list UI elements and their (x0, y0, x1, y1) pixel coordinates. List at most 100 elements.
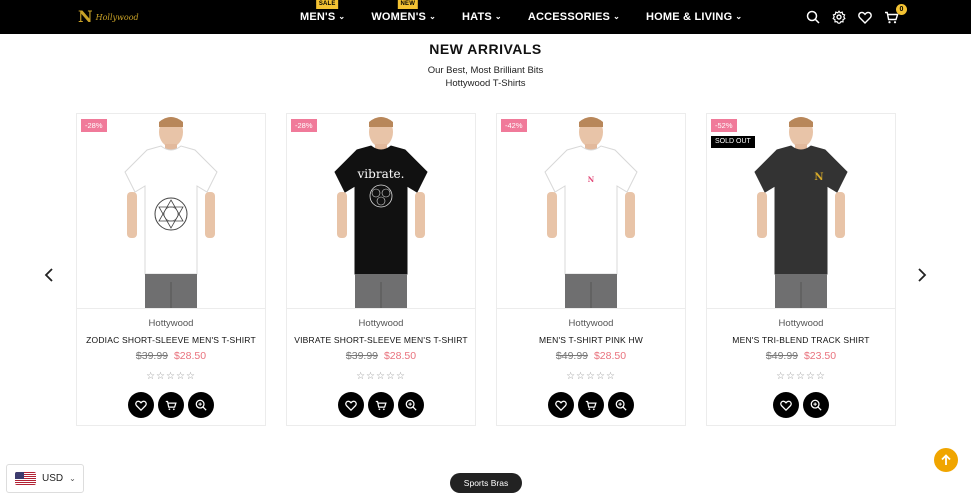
product-brand[interactable]: Hottywood (497, 318, 685, 329)
wishlist-button[interactable] (548, 392, 574, 418)
currency-code: USD (42, 473, 64, 484)
original-price: $39.99 (135, 350, 169, 362)
nav-item-label: HOME & LIVING (646, 11, 733, 23)
add-to-cart-button[interactable] (158, 392, 184, 418)
chevron-down-icon: ⌄ (735, 11, 743, 21)
star-rating: ☆☆☆☆☆ (776, 371, 826, 382)
nav-item-hats[interactable]: HATS ⌄ (462, 0, 502, 34)
section-subtitle-line: Our Best, Most Brilliant Bits (427, 65, 544, 76)
sale-price: $28.50 (383, 350, 417, 362)
chevron-down-icon: ⌄ (429, 11, 436, 21)
discount-badge: -28% (81, 119, 107, 132)
heart-icon (780, 400, 792, 411)
product-image[interactable]: N -52% SOLD OUT (707, 114, 895, 309)
us-flag-icon (15, 472, 36, 485)
gear-icon[interactable] (832, 10, 846, 24)
site-logo[interactable]: N Hollywood (78, 8, 139, 26)
chevron-down-icon: ⌄ (613, 11, 620, 21)
zoom-in-icon (195, 399, 207, 411)
discount-badge: -28% (291, 119, 317, 132)
sale-price: $28.50 (593, 350, 627, 362)
product-price: $39.99 $28.50 (77, 350, 265, 362)
quick-view-button[interactable] (398, 392, 424, 418)
nav-item-label: HATS (461, 11, 492, 23)
product-actions (497, 392, 685, 418)
star-rating: ☆☆☆☆☆ (146, 371, 196, 382)
star-rating: ☆☆☆☆☆ (356, 371, 406, 382)
original-price: $39.99 (345, 350, 379, 362)
chevron-down-icon: ⌄ (494, 11, 502, 21)
section-title: NEW ARRIVALS (429, 41, 542, 57)
nav-item-mens[interactable]: SALE MEN'S ⌄ (300, 0, 345, 34)
product-image[interactable]: -28% (77, 114, 265, 309)
search-icon[interactable] (806, 10, 820, 24)
quick-view-button[interactable] (608, 392, 634, 418)
currency-selector[interactable]: USD ⌄ (6, 464, 84, 493)
product-price: $49.99 $28.50 (497, 350, 685, 362)
wishlist-button[interactable] (338, 392, 364, 418)
new-badge: NEW (397, 0, 419, 9)
logo-mark-icon: N (78, 7, 93, 26)
product-actions (77, 392, 265, 418)
nav-item-label: WOMEN'S (371, 11, 427, 23)
product-price: $49.99 $23.50 (707, 350, 895, 362)
logo-wordmark: Hollywood (95, 12, 139, 22)
section-subtitle: Our Best, Most Brilliant Bits Hottywood … (0, 64, 971, 90)
scroll-to-top-button[interactable] (934, 448, 958, 472)
heart-icon (345, 400, 357, 411)
product-card[interactable]: vibrate. -28% Hottywood VIBRATE SHORT-SL… (286, 113, 476, 426)
wishlist-button[interactable] (128, 392, 154, 418)
top-navigation-bar: N Hollywood SALE MEN'S ⌄ NEW WOMEN'S ⌄ H… (0, 0, 971, 34)
section-subtitle-line: Hottywood T-Shirts (445, 78, 526, 89)
zoom-in-icon (810, 399, 822, 411)
product-actions (707, 392, 895, 418)
product-name[interactable]: MEN'S T-SHIRT PINK HW (497, 335, 685, 345)
add-to-cart-button[interactable] (578, 392, 604, 418)
nav-item-accessories[interactable]: ACCESSORIES ⌄ (528, 0, 620, 34)
product-name[interactable]: ZODIAC SHORT-SLEEVE MEN'S T-SHIRT (77, 335, 265, 345)
original-price: $49.99 (555, 350, 589, 362)
nav-item-home-living[interactable]: HOME & LIVING ⌄ (646, 0, 742, 34)
print-text: vibrate. (357, 167, 405, 181)
product-brand[interactable]: Hottywood (77, 318, 265, 329)
sale-price: $23.50 (803, 350, 837, 362)
chevron-down-icon: ⌄ (69, 474, 76, 483)
nav-item-label: ACCESSORIES (527, 11, 611, 23)
product-brand[interactable]: Hottywood (707, 318, 895, 329)
wishlist-button[interactable] (773, 392, 799, 418)
print-text: N (814, 172, 823, 183)
sale-price: $28.50 (173, 350, 207, 362)
cart-icon (585, 400, 597, 410)
zoom-in-icon (615, 399, 627, 411)
original-price: $49.99 (765, 350, 799, 362)
arrow-up-icon (941, 454, 951, 465)
star-rating: ☆☆☆☆☆ (566, 371, 616, 382)
chevron-down-icon: ⌄ (338, 11, 346, 21)
product-image[interactable]: N -42% (497, 114, 685, 309)
product-card[interactable]: N -42% Hottywood MEN'S T-SHIRT PINK HW $… (496, 113, 686, 426)
zoom-in-icon (405, 399, 417, 411)
product-brand[interactable]: Hottywood (287, 318, 475, 329)
sale-badge: SALE (315, 0, 339, 9)
cart-icon (375, 400, 387, 410)
add-to-cart-button[interactable] (368, 392, 394, 418)
carousel-next-arrow-icon[interactable] (917, 267, 927, 288)
product-name[interactable]: MEN'S TRI-BLEND TRACK SHIRT (707, 335, 895, 345)
carousel-prev-arrow-icon[interactable] (44, 267, 54, 288)
heart-icon (555, 400, 567, 411)
product-card[interactable]: -28% Hottywood ZODIAC SHORT-SLEEVE MEN'S… (76, 113, 266, 426)
product-card[interactable]: N -52% SOLD OUT Hottywood MEN'S TRI-BLEN… (706, 113, 896, 426)
sports-bras-pill-button[interactable]: Sports Bras (450, 473, 522, 493)
cart-count-badge: 0 (896, 3, 907, 15)
discount-badge: -52% (711, 119, 737, 132)
quick-view-button[interactable] (803, 392, 829, 418)
product-image[interactable]: vibrate. -28% (287, 114, 475, 309)
header-icons: 0 (806, 0, 907, 34)
main-menu: SALE MEN'S ⌄ NEW WOMEN'S ⌄ HATS ⌄ ACCESS… (300, 0, 768, 34)
cart-button[interactable]: 0 (884, 3, 907, 24)
product-name[interactable]: VIBRATE SHORT-SLEEVE MEN'S T-SHIRT (287, 335, 475, 345)
quick-view-button[interactable] (188, 392, 214, 418)
nav-item-womens[interactable]: NEW WOMEN'S ⌄ (371, 0, 436, 34)
product-price: $39.99 $28.50 (287, 350, 475, 362)
heart-icon[interactable] (858, 11, 872, 24)
